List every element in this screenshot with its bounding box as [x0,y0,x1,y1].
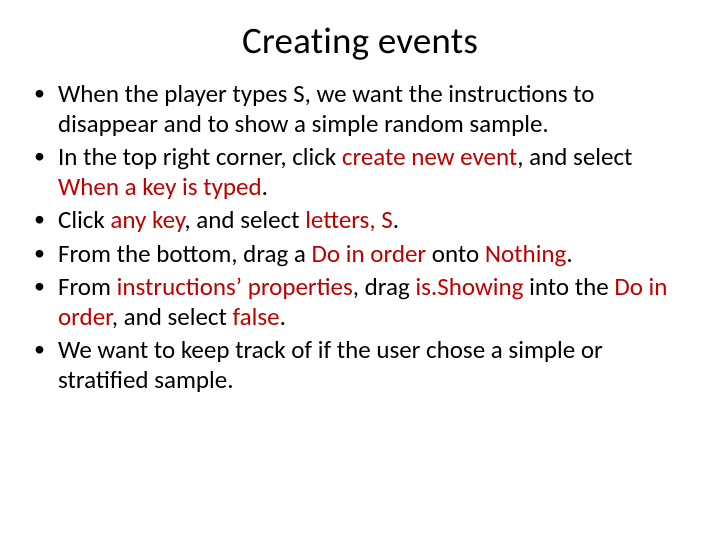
list-item: We want to keep track of if the user cho… [28,335,692,394]
highlight-text: Do in order [312,238,432,269]
bullet-text: Click [58,204,110,235]
bullet-text: into the [529,271,614,302]
bullet-text: . [280,301,286,332]
slide: Creating events When the player types S,… [0,0,720,540]
list-item: Click any key, and select letters, S. [28,205,692,235]
highlight-text: false [232,301,279,332]
highlight-text: instructions’ properties [117,271,353,302]
highlight-text: create new event [342,141,517,172]
list-item: In the top right corner, click create ne… [28,142,692,201]
bullet-text: From the bottom, drag a [58,238,312,269]
highlight-text: When a key is typed [58,171,262,202]
bullet-text: , drag [353,271,416,302]
highlight-text: is.Showing [415,271,529,302]
list-item: From instructions’ properties, drag is.S… [28,272,692,331]
bullet-text: In the top right corner, click [58,141,342,172]
bullet-list: When the player types S, we want the ins… [28,79,692,394]
bullet-text: From [58,271,117,302]
bullet-text: When the player types S, we want the ins… [58,78,594,139]
list-item: When the player types S, we want the ins… [28,79,692,138]
list-item: From the bottom, drag a Do in order onto… [28,239,692,269]
bullet-text: , and select [112,301,233,332]
bullet-text: We want to keep track of if the user cho… [58,334,603,395]
slide-title: Creating events [28,18,692,63]
bullet-text: . [393,204,399,235]
bullet-text: onto [432,238,485,269]
highlight-text: any key [110,204,184,235]
bullet-text: . [566,238,572,269]
highlight-text: letters, S [305,204,393,235]
bullet-text: . [262,171,268,202]
highlight-text: Nothing [485,238,566,269]
bullet-text: , and select [517,141,632,172]
bullet-text: , and select [184,204,305,235]
